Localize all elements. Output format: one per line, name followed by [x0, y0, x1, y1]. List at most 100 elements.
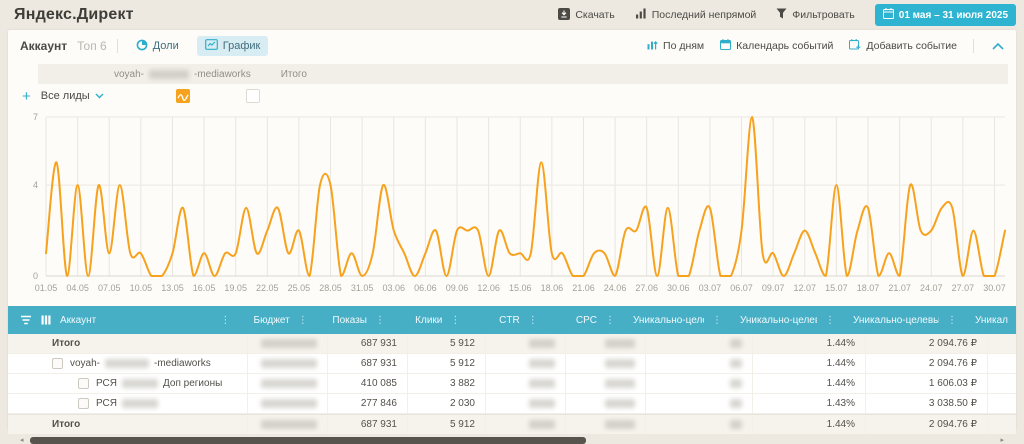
column-header-cell: Уникально-целевые лиды % ⋮ [730, 306, 843, 334]
scroll-right-arrow[interactable]: ▸ [1000, 437, 1004, 444]
add-metric-icon[interactable]: + [22, 89, 31, 104]
cell-ctr [486, 394, 566, 413]
table-row[interactable]: Итого687 9315 9121.44%2 094.76 ₽ [8, 334, 1016, 354]
column-menu-icon[interactable]: ⋮ [947, 315, 957, 326]
series-voyah-label: voyah--mediaworks [114, 69, 251, 80]
calendar-icon [883, 8, 894, 22]
cell-account: РСЯДоп регионы [8, 374, 248, 393]
events-calendar-button[interactable]: Календарь событий [720, 39, 833, 53]
table-row[interactable]: РСЯДоп регионы410 0853 8821.44%1 606.03 … [8, 374, 1016, 394]
series-name-prefix: voyah- [114, 69, 144, 80]
redacted-value [529, 420, 555, 429]
row-checkbox[interactable] [52, 358, 63, 369]
by-days-button[interactable]: По дням [647, 39, 704, 53]
column-menu-icon[interactable]: ⋮ [298, 315, 308, 326]
svg-text:7: 7 [33, 112, 38, 122]
svg-text:0: 0 [33, 271, 38, 281]
redacted-text [105, 359, 149, 368]
svg-text:24.06: 24.06 [604, 283, 627, 293]
cell-shows: 410 085 [328, 374, 408, 393]
cell-clicks: 3 882 [408, 374, 486, 393]
redacted-value [529, 339, 555, 348]
series-total-label: Итого [281, 69, 307, 80]
chevron-down-icon [95, 93, 104, 99]
table-row[interactable]: Итого687 9315 9121.44%2 094.76 ₽ [8, 414, 1016, 434]
cell-shows: 277 846 [328, 394, 408, 413]
column-menu-icon[interactable]: ⋮ [528, 315, 538, 326]
cell-account: Итого [8, 415, 248, 434]
line-chart: 01.0504.0507.0510.0513.0516.0519.0522.05… [8, 108, 1016, 300]
shares-view-button[interactable]: Доли [128, 36, 187, 57]
table-row[interactable]: voyah--mediaworks687 9315 9121.44%2 094.… [8, 354, 1016, 374]
chart-view-button[interactable]: График [197, 36, 269, 56]
column-header-label: Уникал [975, 315, 1008, 326]
series-voyah-checkbox[interactable] [176, 89, 190, 103]
collapse-panel-button[interactable] [990, 41, 1006, 52]
column-header-cell: Показы⋮ [316, 306, 393, 334]
svg-text:07.05: 07.05 [98, 283, 121, 293]
date-range-label: 01 мая – 31 июля 2025 [899, 10, 1008, 21]
entity-label: Аккаунт [20, 39, 67, 53]
svg-text:12.07: 12.07 [794, 283, 817, 293]
cell-unique-leads-price: 2 094.76 ₽ [866, 415, 988, 434]
account-name-prefix: РСЯ [96, 398, 117, 409]
account-name-prefix: РСЯ [96, 378, 117, 389]
scrollbar-thumb[interactable] [30, 437, 586, 444]
column-menu-icon[interactable]: ⋮ [825, 315, 835, 326]
horizontal-scrollbar[interactable]: ◂ ▸ [18, 437, 1006, 444]
redacted-value [730, 420, 742, 429]
column-menu-icon[interactable]: ⋮ [375, 315, 385, 326]
filter-button[interactable]: Фильтровать [776, 8, 854, 22]
cell-budget [248, 354, 328, 373]
filter-label: Фильтровать [792, 9, 854, 21]
total-label: Итого [52, 338, 80, 349]
column-menu-icon[interactable]: ⋮ [605, 315, 615, 326]
add-event-button[interactable]: Добавить событие [849, 39, 957, 53]
cell-budget [248, 415, 328, 434]
redacted-value [605, 339, 635, 348]
attribution-button[interactable]: Последний непрямой [635, 8, 757, 22]
column-menu-icon[interactable]: ⋮ [450, 315, 460, 326]
column-header-label: Аккаунт [60, 315, 212, 326]
svg-text:30.06: 30.06 [667, 283, 690, 293]
redacted-value [605, 420, 635, 429]
cell-extra [988, 334, 1016, 353]
svg-text:15.06: 15.06 [509, 283, 532, 293]
row-checkbox[interactable] [78, 398, 89, 409]
column-header-label: Уникально-целевые лиды % [740, 315, 817, 326]
panel-toolbar: Аккаунт Топ 6 Доли График По дн [8, 30, 1016, 60]
cell-ctr [486, 334, 566, 353]
cell-extra [988, 394, 1016, 413]
svg-text:09.07: 09.07 [762, 283, 785, 293]
series-total-checkbox[interactable] [246, 89, 260, 103]
by-days-label: По дням [663, 40, 704, 52]
column-menu-icon[interactable]: ⋮ [712, 315, 722, 326]
column-header-label: CTR [478, 315, 519, 326]
column-menu-icon[interactable]: ⋮ [220, 315, 230, 326]
download-button[interactable]: Скачать [558, 8, 614, 23]
top-n-label: Топ 6 [77, 39, 107, 53]
row-checkbox[interactable] [78, 378, 89, 389]
table-header-row: Аккаунт⋮Бюджет⋮Показы⋮Клики⋮CTR⋮CPC⋮Уник… [8, 306, 1016, 334]
columns-icon[interactable] [41, 315, 51, 325]
date-range-button[interactable]: 01 мая – 31 июля 2025 [875, 4, 1016, 26]
cell-extra [988, 354, 1016, 373]
svg-text:22.05: 22.05 [256, 283, 279, 293]
svg-text:09.06: 09.06 [446, 283, 469, 293]
redacted-text [149, 70, 189, 79]
filter-list-icon[interactable] [20, 315, 32, 325]
cell-unique-leads-price: 3 038.50 ₽ [866, 394, 988, 413]
redacted-value [730, 379, 742, 388]
column-header-cell: Уникально-целевые лиды⋮ [623, 306, 730, 334]
cell-unique-leads-pct: 1.43% [753, 394, 866, 413]
table-row[interactable]: РСЯ277 8462 0301.43%3 038.50 ₽ [8, 394, 1016, 414]
divider [117, 39, 118, 53]
cell-account: Итого [8, 334, 248, 353]
data-table: Аккаунт⋮Бюджет⋮Показы⋮Клики⋮CTR⋮CPC⋮Уник… [8, 306, 1016, 444]
metric-selector[interactable]: Все лиды [41, 90, 104, 102]
cell-cpc [566, 415, 646, 434]
cell-cpc [566, 394, 646, 413]
cell-budget [248, 374, 328, 393]
header-actions: Скачать Последний непрямой Фильтровать 0… [558, 4, 1016, 26]
scroll-left-arrow[interactable]: ◂ [20, 437, 24, 444]
